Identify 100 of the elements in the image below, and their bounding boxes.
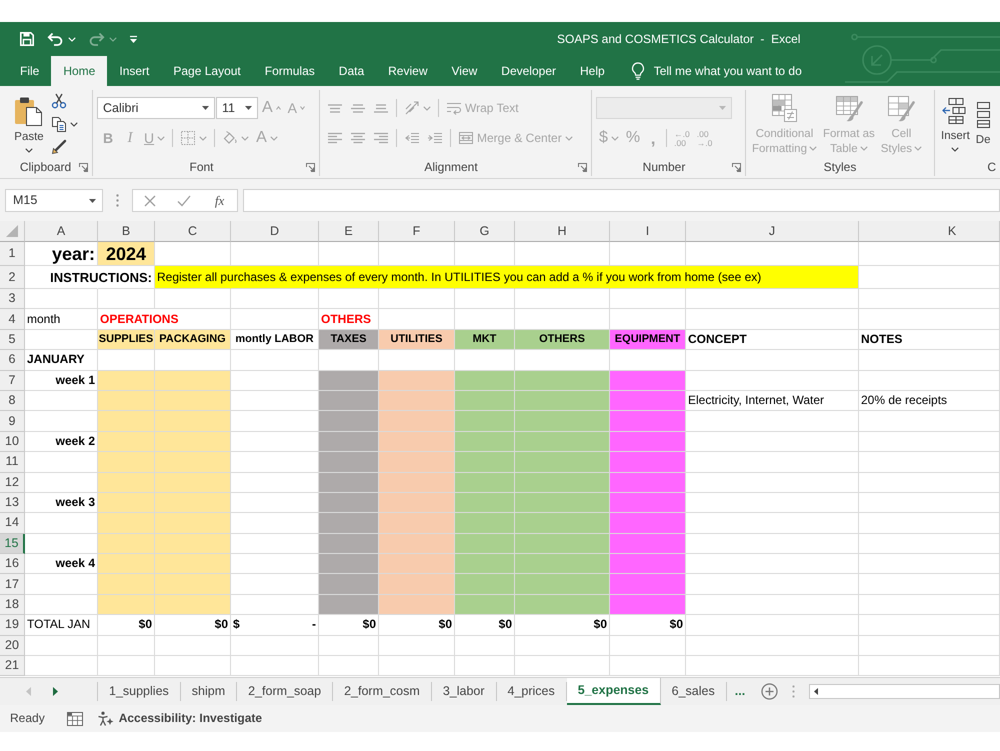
scroll-left-icon[interactable] — [814, 688, 818, 695]
dialog-launcher-icon[interactable] — [578, 162, 587, 172]
sheet-tab[interactable]: 1_supplies — [98, 682, 181, 701]
row-header[interactable]: 11 — [0, 452, 25, 473]
row-header[interactable]: 21 — [0, 656, 25, 676]
group-label: Font — [188, 160, 214, 174]
currency-symbol: $ — [233, 617, 240, 632]
field-label: year: — [52, 244, 95, 264]
column-header[interactable]: D — [231, 221, 319, 242]
ribbon-tab[interactable]: Page Layout — [161, 56, 253, 86]
column-heading: EQUIPMENT — [614, 332, 680, 347]
font-name-field[interactable]: Calibri — [97, 97, 215, 119]
sheet-tab[interactable]: shipm — [180, 682, 238, 701]
caret-icon — [610, 136, 619, 140]
column-header[interactable]: C — [155, 221, 231, 242]
ribbon-tab[interactable]: Home — [51, 56, 108, 86]
ribbon-tab[interactable]: Formulas — [252, 56, 327, 86]
insert-function-button[interactable]: fx — [212, 192, 226, 208]
ribbon-tab[interactable]: Data — [326, 56, 376, 86]
check-icon[interactable] — [177, 194, 192, 206]
dialog-launcher-icon[interactable] — [306, 162, 315, 172]
paint-bucket-icon — [222, 130, 238, 146]
caret-icon — [914, 146, 922, 151]
column-header[interactable]: B — [98, 221, 155, 242]
row-header[interactable]: 2 — [0, 266, 25, 289]
scroll-right-icon[interactable] — [53, 687, 58, 696]
add-sheet-icon[interactable] — [761, 683, 778, 700]
window-title: SOAPS and COSMETICS Calculator - Excel — [557, 32, 800, 46]
row-header[interactable]: 16 — [0, 554, 25, 574]
column-header[interactable]: G — [455, 221, 515, 242]
accessibility-icon — [96, 710, 115, 726]
dialog-launcher-icon[interactable] — [79, 162, 88, 172]
group-label: Styles — [822, 160, 858, 174]
column-header[interactable]: H — [515, 221, 610, 242]
row-header[interactable]: 1 — [0, 242, 25, 266]
column-header[interactable]: J — [686, 221, 859, 242]
cell-text: Electricity, Internet, Water — [688, 393, 824, 408]
font-size-field[interactable]: 11 — [216, 97, 258, 119]
row-header[interactable]: 19 — [0, 615, 25, 636]
row-header[interactable]: 13 — [0, 492, 25, 514]
copy-icon — [51, 116, 67, 132]
column-header[interactable]: I — [610, 221, 686, 242]
save-icon — [19, 31, 35, 47]
group-label: C — [986, 160, 996, 174]
redo-icon — [88, 32, 105, 46]
row-header[interactable]: 7 — [0, 370, 25, 391]
column-header[interactable]: F — [379, 221, 455, 242]
drag-handle-icon[interactable] — [116, 194, 119, 207]
column-header[interactable]: E — [319, 221, 379, 242]
row-header[interactable]: 12 — [0, 472, 25, 493]
ribbon-tab[interactable]: View — [440, 56, 490, 86]
row-header[interactable]: 8 — [0, 390, 25, 412]
ribbon-tab[interactable]: File — [8, 56, 52, 86]
column-heading: OTHERS — [539, 332, 585, 347]
column-header[interactable]: A — [25, 221, 98, 242]
insert-cells-button[interactable]: Insert — [939, 90, 972, 158]
week-label: week 4 — [56, 556, 95, 572]
more-sheets-button[interactable]: ... — [730, 678, 750, 705]
accessibility-button[interactable]: Accessibility: Investigate — [96, 710, 262, 726]
tell-me-search-field[interactable]: Tell me what you want to do — [654, 64, 826, 78]
sheet-tab[interactable]: 2_form_cosm — [333, 682, 432, 701]
lightbulb-icon[interactable] — [630, 62, 645, 80]
total-value: $0 — [214, 617, 228, 632]
sheet-tab[interactable]: 5_expenses — [566, 678, 661, 705]
column-header[interactable]: K — [859, 221, 1000, 242]
formula-field[interactable] — [243, 189, 1000, 212]
ribbon-tab[interactable]: Insert — [107, 56, 162, 86]
row-header[interactable]: 18 — [0, 594, 25, 616]
row-header[interactable]: 17 — [0, 574, 25, 595]
caret-icon — [951, 147, 960, 152]
ribbon-tab[interactable]: Help — [568, 56, 617, 86]
sheet-tab[interactable]: 2_form_soap — [237, 682, 334, 701]
row-header[interactable]: 10 — [0, 432, 25, 452]
caret-icon — [564, 136, 573, 140]
cancel-icon[interactable] — [144, 194, 156, 206]
row-header[interactable]: 14 — [0, 513, 25, 534]
ribbon-tab[interactable]: Developer — [489, 56, 568, 86]
row-header[interactable]: 6 — [0, 350, 25, 371]
ribbon-tab[interactable]: Review — [376, 56, 440, 86]
row-header[interactable]: 9 — [0, 411, 25, 432]
paste-button[interactable]: Paste — [12, 90, 46, 158]
row-header[interactable]: 15 — [0, 534, 25, 554]
column-heading: TAXES — [330, 332, 366, 347]
row-header[interactable]: 3 — [0, 289, 25, 310]
caret-icon — [25, 148, 33, 153]
caret-icon — [719, 106, 726, 110]
row-header[interactable]: 20 — [0, 636, 25, 656]
select-all-icon[interactable] — [6, 225, 18, 238]
row-header[interactable]: 4 — [0, 309, 25, 330]
row-header[interactable]: 5 — [0, 330, 25, 350]
sheet-tab[interactable]: 3_labor — [432, 682, 497, 701]
cell-text: TOTAL JAN — [27, 617, 90, 632]
delete-cells-button[interactable]: De — [974, 90, 992, 158]
dialog-launcher-icon[interactable] — [732, 162, 741, 172]
caret-icon — [245, 106, 252, 110]
name-box-field[interactable]: M15 — [5, 189, 103, 212]
sheet-tab[interactable]: 6_sales — [660, 682, 727, 701]
split-handle-icon[interactable] — [792, 685, 796, 698]
horizontal-scrollbar[interactable] — [809, 684, 1000, 699]
worksheet-icon[interactable] — [66, 712, 83, 726]
